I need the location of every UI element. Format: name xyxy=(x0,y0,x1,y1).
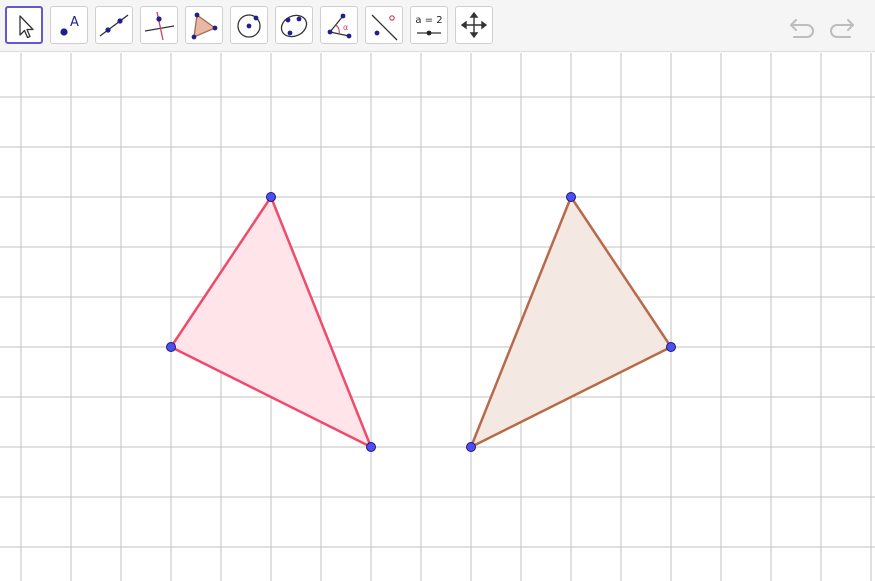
triangle-left-vertex-2[interactable] xyxy=(166,342,176,352)
triangle-right-vertex-2[interactable] xyxy=(666,342,676,352)
polygon-tool[interactable] xyxy=(185,6,223,44)
redo-icon xyxy=(826,19,856,46)
undo-icon xyxy=(788,19,818,46)
conic-tool[interactable] xyxy=(275,6,313,44)
move-graphics-view-tool[interactable] xyxy=(455,6,493,44)
circle-tool[interactable] xyxy=(230,6,268,44)
triangle-left-vertex-3[interactable] xyxy=(366,442,376,452)
perpendicular-line-tool[interactable] xyxy=(140,6,178,44)
triangle-left-vertex-1[interactable] xyxy=(266,192,276,202)
line-tool[interactable] xyxy=(95,6,133,44)
reflect-tool[interactable] xyxy=(365,6,403,44)
triangle-right-vertex-3[interactable] xyxy=(466,442,476,452)
slider-tool[interactable]: a = 2 xyxy=(410,6,448,44)
point-tool[interactable]: A xyxy=(50,6,88,44)
grid xyxy=(0,53,875,581)
angle-tool-label: α xyxy=(343,23,348,32)
undo-button[interactable] xyxy=(788,14,818,42)
angle-tool[interactable]: α xyxy=(320,6,358,44)
redo-button[interactable] xyxy=(826,14,856,42)
toolbar: A α a = 2 xyxy=(0,0,875,52)
triangle-right-vertex-1[interactable] xyxy=(566,192,576,202)
point-tool-label: A xyxy=(70,15,79,30)
move-tool[interactable] xyxy=(5,6,43,44)
graphics-view[interactable] xyxy=(0,53,875,581)
